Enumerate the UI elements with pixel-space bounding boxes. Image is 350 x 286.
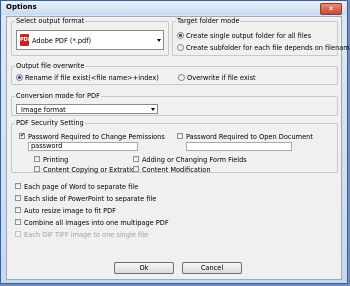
overwrite-radio-overwrite[interactable] — [178, 74, 185, 81]
combine-images-label: Combine all images into one multipage PD… — [24, 219, 169, 227]
open-document-password-field[interactable] — [186, 142, 292, 151]
window-title: Options — [6, 3, 37, 11]
gif-tiff-split-checkbox — [15, 231, 21, 237]
content-modification-label: Content Modification — [142, 166, 211, 174]
overwrite-radio-rename[interactable] — [16, 74, 23, 81]
close-icon[interactable]: ✕ — [320, 3, 342, 15]
overwrite-group-label: Output file overwrite — [15, 62, 86, 70]
pdf-icon: PDF — [20, 34, 31, 46]
overwrite-option-rename: Rename if file exist(<file name>+index) — [25, 74, 159, 82]
cancel-button[interactable]: Cancel — [182, 262, 242, 274]
open-document-label: Password Required to Open Document — [186, 133, 313, 141]
word-page-split-checkbox[interactable] — [15, 183, 21, 189]
form-fields-checkbox[interactable] — [133, 156, 139, 162]
conversion-mode-select[interactable]: Image format — [16, 104, 158, 114]
ppt-slide-split-checkbox[interactable] — [15, 195, 21, 201]
target-folder-option-single: Create single output folder for all file… — [186, 32, 312, 40]
open-document-checkbox[interactable] — [177, 133, 183, 139]
target-folder-option-subfolder: Create subfolder for each file depends o… — [186, 44, 350, 52]
content-copying-checkbox[interactable] — [34, 166, 40, 172]
change-permissions-label: Password Required to Change Pemissions — [28, 133, 165, 141]
output-format-group-label: Select output format — [15, 17, 86, 25]
options-dialog: Options ✕ Select output format PDF Adobe… — [0, 0, 350, 284]
output-format-group: Select output format PDF Adobe PDF (*.pd… — [11, 17, 169, 56]
conversion-group-label: Conversion mode for PDF — [15, 92, 101, 100]
change-permissions-password-field[interactable]: password — [28, 142, 138, 151]
title-bar[interactable]: Options ✕ — [1, 1, 347, 15]
change-permissions-checkbox[interactable] — [19, 133, 25, 139]
gif-tiff-split-label: Each GIF TIFF image to one single file — [24, 231, 149, 239]
target-folder-group: Target folder mode Create single output … — [172, 17, 350, 56]
output-format-value: Adobe PDF (*.pdf) — [32, 37, 92, 45]
output-format-select[interactable]: PDF Adobe PDF (*.pdf) — [16, 30, 164, 50]
target-folder-radio-single[interactable] — [177, 32, 184, 39]
target-folder-radio-subfolder[interactable] — [177, 44, 184, 51]
conversion-mode-value: Image format — [21, 106, 66, 114]
auto-resize-label: Auto resize image to fit PDF — [24, 207, 116, 215]
security-group-label: PDF Security Setting — [15, 119, 85, 127]
security-group: PDF Security Setting Password Required t… — [11, 119, 338, 174]
chevron-down-icon[interactable] — [157, 39, 161, 42]
content-copying-label: Content Copying or Extration — [43, 166, 140, 174]
content-modification-checkbox[interactable] — [133, 166, 139, 172]
printing-label: Printing — [43, 156, 69, 164]
printing-checkbox[interactable] — [34, 156, 40, 162]
combine-images-checkbox[interactable] — [15, 219, 21, 225]
conversion-group: Conversion mode for PDF Image format — [11, 92, 338, 116]
form-fields-label: Adding or Changing Form Fields — [142, 156, 247, 164]
word-page-split-label: Each page of Word to separate file — [24, 183, 139, 191]
overwrite-option-overwrite: Overwrite if file exist — [187, 74, 256, 82]
overwrite-group: Output file overwrite Rename if file exi… — [11, 62, 338, 85]
ppt-slide-split-label: Each slide of PowerPoint to separate fil… — [24, 195, 157, 203]
auto-resize-checkbox[interactable] — [15, 207, 21, 213]
chevron-down-icon[interactable] — [151, 108, 155, 111]
target-folder-group-label: Target folder mode — [176, 17, 241, 25]
dialog-body: Select output format PDF Adobe PDF (*.pd… — [6, 16, 350, 280]
ok-button[interactable]: Ok — [114, 262, 174, 274]
